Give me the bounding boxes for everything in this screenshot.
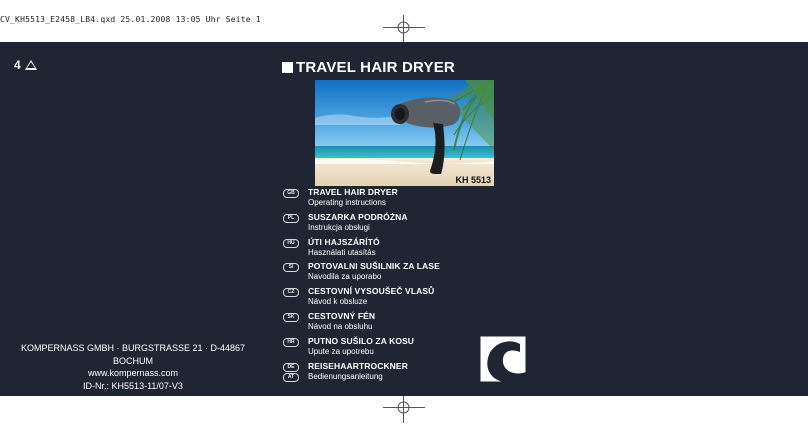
country-badge: DE (283, 363, 299, 372)
language-title: TRAVEL HAIR DRYER (308, 187, 398, 197)
country-badge: HR (283, 338, 299, 347)
model-label: KH 5513 (455, 175, 491, 185)
language-title: CESTOVNÍ VYSOUŠEČ VLASŮ (308, 286, 435, 296)
language-subtitle: Návod k obsluze (308, 297, 368, 306)
country-badge: AT (283, 373, 299, 382)
language-subtitle: Upute za upotrebu (308, 347, 374, 356)
document-id: ID-Nr.: KH5513-11/07-V3 (83, 380, 183, 391)
language-subtitle: Operating instructions (308, 198, 386, 207)
country-badge: PL (283, 214, 299, 223)
company-info: KOMPERNASS GMBH · BURGSTRASSE 21 · D-448… (0, 342, 266, 392)
country-badge: SI (283, 263, 299, 272)
page-title: TRAVEL HAIR DRYER (296, 59, 455, 76)
company-website: www.kompernass.com (87, 368, 179, 378)
language-subtitle: Návod na obsluhu (308, 322, 373, 331)
language-subtitle: Navodila za uporabo (308, 272, 382, 281)
square-bullet-icon (282, 62, 293, 73)
print-header: CV_KH5513_E2458_LB4.qxd 25.01.2008 13:05… (0, 15, 261, 24)
registration-mark-icon (397, 21, 410, 34)
language-title: PUTNO SUŠILO ZA KOSU (308, 336, 415, 346)
triangle-icon (24, 60, 37, 70)
language-title: SUSZARKA PODRÓŻNA (308, 212, 408, 222)
language-title: REISEHAARTROCKNER (308, 361, 408, 371)
country-badge: CZ (283, 288, 299, 297)
country-badge: GB (283, 189, 299, 198)
product-photo: KH 5513 (315, 80, 494, 186)
beach-hair-dryer-image (315, 80, 494, 186)
language-subtitle: Bedienungsanleitung (308, 372, 383, 381)
company-address: KOMPERNASS GMBH · BURGSTRASSE 21 · D-448… (20, 343, 246, 366)
language-subtitle: Használati utasítás (308, 248, 376, 257)
language-title: ÚTI HAJSZÁRÍTÓ (308, 237, 380, 247)
registration-mark-icon (397, 401, 410, 414)
brand-logo-icon (479, 335, 527, 383)
brand-logo (479, 335, 527, 383)
country-badge: HU (283, 239, 299, 248)
language-title: POTOVALNI SUŠILNIK ZA LASE (308, 261, 440, 271)
page-number: 4 (14, 58, 37, 72)
page-number-text: 4 (14, 58, 21, 72)
language-title: CESTOVNÝ FÉN (308, 311, 376, 321)
language-subtitle: Instrukcja obsługi (308, 223, 370, 232)
country-badge: SK (283, 313, 299, 322)
title-block: TRAVEL HAIR DRYER (282, 59, 455, 76)
